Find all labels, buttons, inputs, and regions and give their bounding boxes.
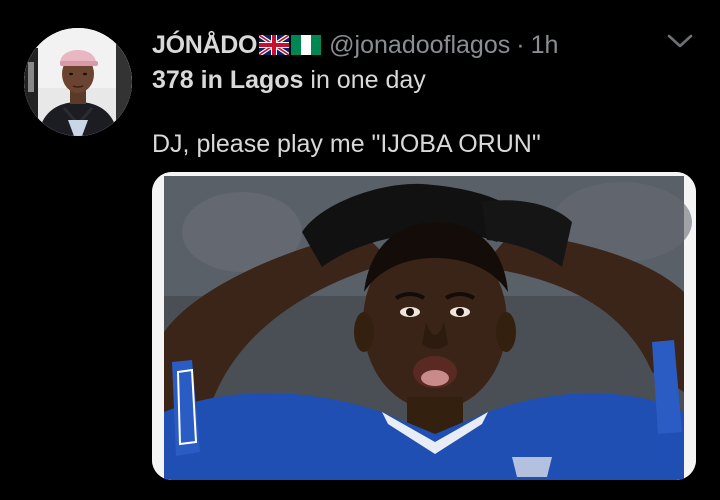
tweet-media[interactable]	[152, 172, 696, 480]
tweet-card[interactable]: JÓNÅDO @jonadooflagos · 1h 378 in Lagos …	[0, 0, 720, 500]
chevron-down-icon[interactable]	[665, 30, 695, 52]
avatar[interactable]	[24, 28, 132, 136]
player-photo	[152, 172, 696, 480]
user-handle[interactable]: @jonadooflagos	[329, 28, 510, 62]
timestamp[interactable]: 1h	[531, 28, 559, 62]
tweet-text: DJ, please play me "IJOBA ORUN"	[152, 130, 541, 158]
nigeria-flag-icon	[291, 35, 322, 55]
avatar-photo	[24, 28, 132, 136]
display-name[interactable]: JÓNÅDO	[152, 28, 257, 62]
subtitle-rest: in one day	[303, 66, 426, 94]
tweet-header: JÓNÅDO @jonadooflagos · 1h	[152, 28, 558, 62]
tweet-subtitle: 378 in Lagos in one day	[152, 62, 426, 98]
subtitle-bold: 378 in Lagos	[152, 66, 304, 94]
separator-dot: ·	[516, 31, 525, 59]
uk-flag-icon	[259, 35, 290, 55]
